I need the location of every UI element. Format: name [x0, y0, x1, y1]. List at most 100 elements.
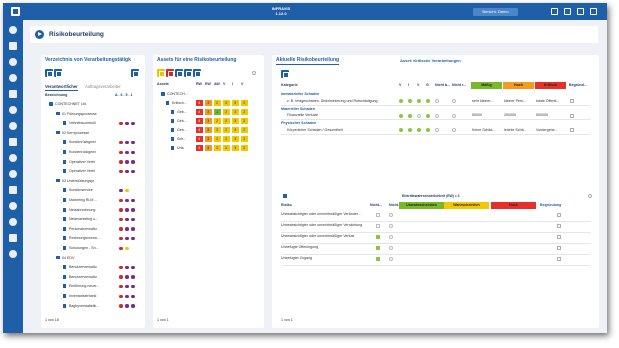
rating-header[interactable]: I: [232, 82, 233, 86]
radio-button[interactable]: [389, 234, 393, 239]
check-indicator[interactable]: [399, 99, 403, 103]
tree-row[interactable]: 04 EDV: [45, 254, 141, 262]
edit-icon[interactable]: [557, 234, 561, 239]
edit-icon[interactable]: [570, 113, 574, 118]
check-indicator[interactable]: [435, 128, 439, 132]
tree-row[interactable]: Schulungen - Sh...: [45, 244, 141, 252]
edit-icon[interactable]: [570, 128, 574, 132]
damage-row[interactable]: z. B. Imageschaden, Diskriminierung und …: [281, 98, 591, 105]
asset-row[interactable]: Urla 4 3 2 2 3 2: [157, 144, 261, 152]
edit-icon[interactable]: [557, 223, 561, 228]
radio-button[interactable]: [389, 223, 393, 228]
column-header-justification[interactable]: Begründung: [540, 203, 561, 207]
checkbox[interactable]: [376, 245, 380, 250]
column-header-v[interactable]: V: [399, 83, 401, 87]
check-indicator[interactable]: [417, 128, 421, 132]
filter-button[interactable]: [193, 69, 201, 77]
document-icon[interactable]: [9, 138, 17, 146]
risk-row[interactable]: Unbeabsichtigter oder unrechtmäßiger Ver…: [281, 233, 591, 242]
probability-header-low[interactable]: Unwahrscheinlich: [399, 202, 444, 209]
edit-icon[interactable]: [557, 256, 561, 261]
category-row[interactable]: Materieller Schaden: [281, 106, 315, 112]
tree-row[interactable]: Rechnungsverwa...: [45, 234, 141, 242]
checkbox[interactable]: [376, 223, 380, 228]
collapse-arrow-icon[interactable]: [35, 30, 44, 39]
column-header-label[interactable]: Bezeichnung: [45, 93, 67, 97]
settings-icon[interactable]: [577, 8, 584, 15]
severity-header-high[interactable]: Kritisch: [535, 82, 566, 89]
help-icon[interactable]: [551, 8, 558, 15]
tree-row[interactable]: Bagbyverstatistik...: [45, 302, 141, 310]
tree-row[interactable]: 03 Unterstützungspr: [45, 177, 141, 185]
layers-icon[interactable]: [9, 42, 17, 50]
calendar-icon[interactable]: [9, 106, 17, 114]
checkbox[interactable]: [376, 212, 380, 217]
check-indicator[interactable]: [452, 99, 456, 103]
user-button[interactable]: Benicht: Demo: [473, 8, 518, 16]
severity-header-med[interactable]: Hoch: [503, 82, 534, 89]
dashboard-icon[interactable]: [9, 58, 17, 66]
column-header-nicht_b[interactable]: Nicht b...: [435, 83, 450, 87]
category-row[interactable]: Immaterieller Schaden: [281, 91, 319, 97]
probability-header-mid[interactable]: Wahrscheinlich: [444, 202, 489, 209]
check-indicator[interactable]: [426, 99, 430, 103]
check-indicator[interactable]: [426, 113, 430, 118]
check-indicator[interactable]: [408, 99, 412, 103]
check-indicator[interactable]: [426, 128, 430, 132]
tree-row[interactable]: Operativer Vertri: [45, 167, 141, 175]
check-indicator[interactable]: [399, 113, 403, 118]
damage-row[interactable]: Finanzielle Verluste 50000 200000 500000: [281, 112, 591, 119]
gear-icon[interactable]: [9, 74, 17, 82]
risk-row[interactable]: Unbefugter Zugang: [281, 255, 591, 264]
tab-controller[interactable]: Verantwortlicher: [45, 84, 78, 91]
bell-icon[interactable]: [564, 8, 571, 15]
radio-button[interactable]: [389, 212, 393, 217]
rating-header[interactable]: AW: [214, 82, 220, 86]
asset-row[interactable]: Geb... 4 3 1 2 3 2: [157, 108, 261, 116]
column-header-assets[interactable]: Assets: [157, 82, 169, 86]
check-indicator[interactable]: [417, 113, 421, 118]
expand-icon[interactable]: [283, 194, 287, 198]
view-icon[interactable]: [131, 69, 139, 77]
user-icon[interactable]: [9, 202, 17, 210]
damage-row[interactable]: Körperlicher Schaden / Gesundheit Keine S…: [281, 127, 591, 134]
check-indicator[interactable]: [399, 128, 403, 132]
search-button[interactable]: [184, 69, 192, 77]
add-button[interactable]: [157, 69, 165, 77]
tree-row[interactable]: Einführung neuer...: [45, 282, 141, 290]
check-indicator[interactable]: [408, 128, 412, 132]
rating-header[interactable]: V: [241, 82, 243, 86]
tree-row[interactable]: Vertriebscontrolli: [45, 119, 141, 127]
rating-header[interactable]: RW: [196, 82, 202, 86]
tab-asset[interactable]: Asset: Kritische Verarbeitungen: [400, 58, 461, 63]
radio-button[interactable]: [389, 256, 393, 261]
column-header-nicht_r[interactable]: Nicht r...: [452, 83, 466, 87]
globe-icon[interactable]: [9, 250, 17, 258]
tree-row[interactable]: Operativer Vertri: [45, 158, 141, 166]
asset-row[interactable]: CONTECH...: [157, 90, 261, 98]
close-icon[interactable]: [588, 194, 592, 198]
severity-header-low[interactable]: Mäßig: [471, 82, 502, 89]
risk-row[interactable]: Unbeabsichtigter oder unrechtmäßiger Ver…: [281, 222, 591, 231]
radio-button[interactable]: [389, 245, 393, 250]
column-header-v2[interactable]: V: [417, 83, 419, 87]
column-header-kategorie[interactable]: Kategorie: [281, 83, 298, 87]
column-header-risiko[interactable]: Risiko: [281, 203, 292, 207]
tree-row[interactable]: Marketing RLM ...: [45, 196, 141, 204]
edit-icon[interactable]: [557, 245, 561, 250]
tree-row[interactable]: CONTECHNET Ltd.: [45, 100, 141, 108]
grid-icon[interactable]: [9, 234, 17, 242]
info-icon[interactable]: [252, 71, 256, 75]
list-icon[interactable]: [9, 122, 17, 130]
tree-row[interactable]: Benutzerverwaltu: [45, 263, 141, 271]
check-indicator[interactable]: [435, 99, 439, 103]
tree-row[interactable]: Netzabrechnung: [45, 206, 141, 214]
tree-row[interactable]: Kundenservice: [45, 186, 141, 194]
probability-header-high[interactable]: Hoch: [491, 202, 536, 209]
tab-processor[interactable]: Auftragsverarbeiter: [85, 84, 121, 90]
column-header-marks[interactable]: A . 6 . 5 . 1: [115, 93, 132, 97]
category-row[interactable]: Physischer Schaden: [281, 120, 316, 126]
checkbox[interactable]: [376, 256, 380, 261]
edit-icon[interactable]: [570, 99, 574, 103]
check-indicator[interactable]: [408, 113, 412, 118]
